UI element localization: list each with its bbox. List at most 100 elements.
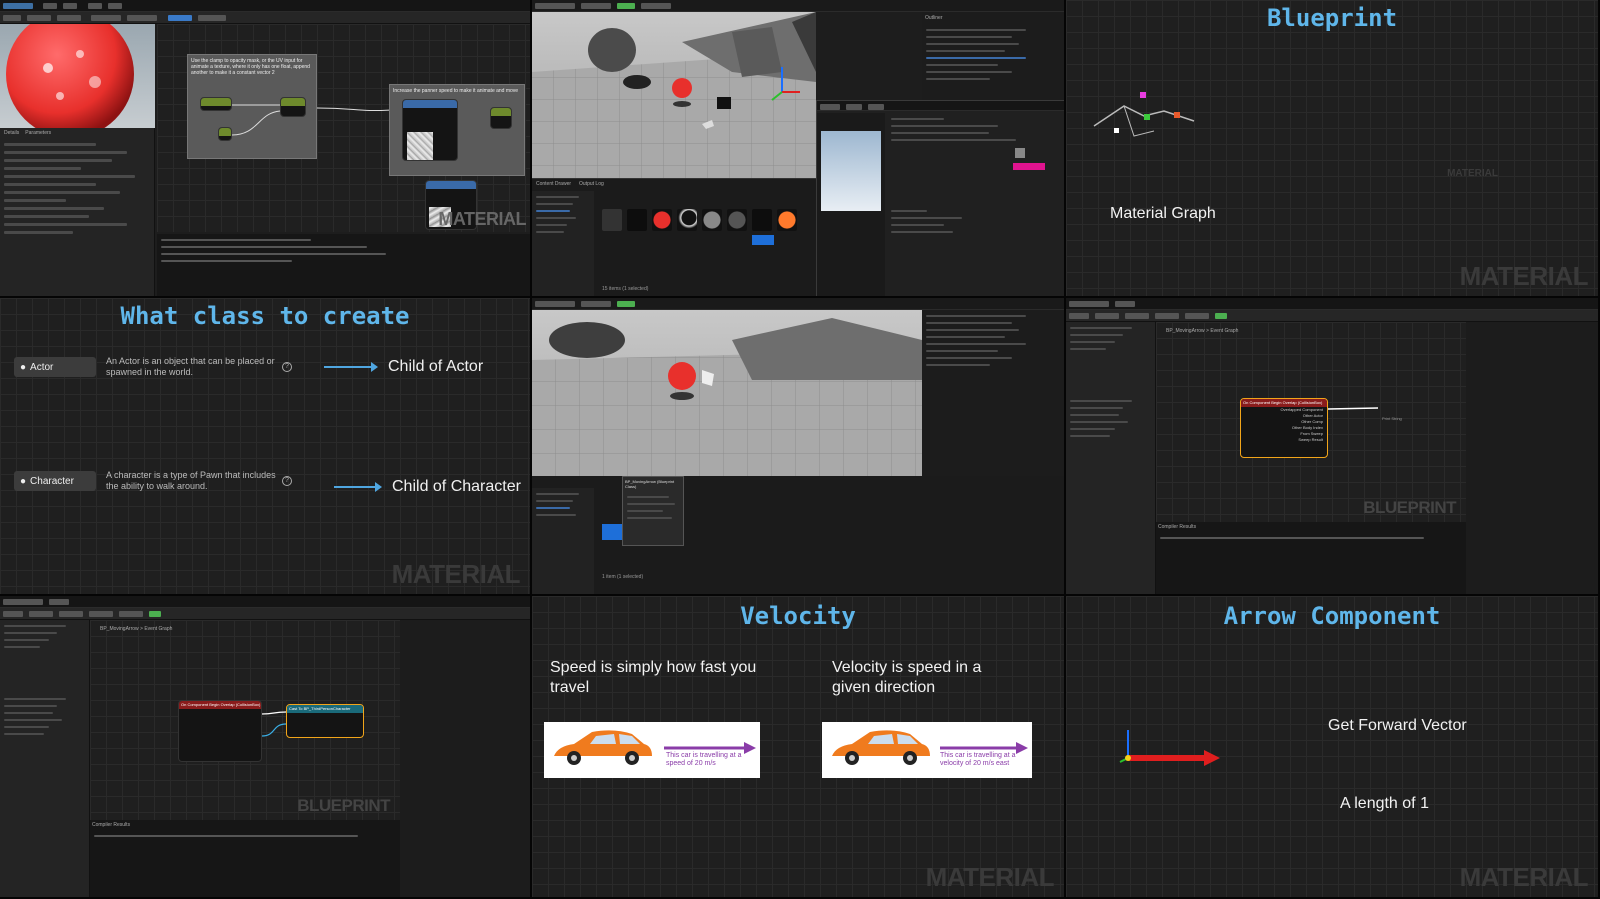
forward-vector-label: Get Forward Vector bbox=[1328, 717, 1467, 734]
tooltip-title: BP_MovingArrow (Blueprint Class) bbox=[625, 479, 675, 489]
menu-bar[interactable] bbox=[0, 0, 530, 12]
toolbar bbox=[1066, 310, 1598, 322]
details-panel bbox=[400, 620, 530, 897]
panner-node[interactable] bbox=[490, 107, 512, 129]
stats-panel bbox=[157, 234, 530, 296]
speed-text: Speed is simply how fast you travel bbox=[550, 659, 757, 696]
comment-text-2: Increase the panner speed to make it ani… bbox=[393, 88, 519, 94]
toolbar bbox=[0, 608, 530, 620]
compiler-tab[interactable]: Compiler Results bbox=[1156, 522, 1466, 532]
compiler-results: Compiler Results bbox=[90, 820, 400, 897]
person-icon: ● bbox=[20, 475, 27, 487]
actor-label: Actor bbox=[30, 361, 54, 373]
selected-asset[interactable] bbox=[752, 235, 774, 245]
car-icon bbox=[832, 730, 1028, 765]
watermark: MATERIAL bbox=[391, 559, 521, 589]
asset-thumb[interactable] bbox=[727, 209, 747, 231]
material-graph[interactable]: Use the clamp to opacity mask, or the UV… bbox=[157, 24, 530, 232]
speed-card: This car is travelling at a speed of 20 … bbox=[544, 722, 760, 778]
comment-box-2[interactable]: Increase the panner speed to make it ani… bbox=[389, 84, 525, 176]
slide-title: Blueprint bbox=[1266, 4, 1398, 32]
help-icon[interactable]: ? bbox=[282, 476, 292, 486]
menu-bar[interactable] bbox=[532, 0, 1064, 12]
asset-thumb[interactable] bbox=[752, 209, 772, 231]
actor-target-label: Child of Actor bbox=[388, 358, 484, 375]
details-panel bbox=[1466, 322, 1598, 594]
velocity-caption: This car is travelling at a velocity of … bbox=[940, 752, 1016, 767]
watermark: BLUEPRINT bbox=[1363, 498, 1456, 517]
character-row: ● Character A character is a type of Paw… bbox=[14, 470, 292, 492]
watermark: MATERIAL bbox=[438, 209, 526, 229]
compiler-results: Compiler Results bbox=[1156, 522, 1466, 594]
arrow-right-icon bbox=[324, 362, 378, 372]
help-icon[interactable]: ? bbox=[282, 362, 292, 372]
speed-caption: This car is travelling at a speed of 20 … bbox=[666, 752, 742, 767]
next-node-hint: Print String bbox=[1382, 416, 1402, 421]
content-drawer-tab[interactable]: Content Drawer bbox=[536, 181, 571, 187]
asset-thumb[interactable] bbox=[677, 209, 697, 231]
watermark: MATERIAL bbox=[1459, 261, 1589, 291]
preview-sphere bbox=[6, 24, 134, 128]
overlap-event-node[interactable]: On Component Begin Overlap (CollisionBox… bbox=[178, 700, 262, 762]
overlap-event-node[interactable]: On Component Begin Overlap (CollisionBox… bbox=[1240, 398, 1328, 458]
color-swatch[interactable] bbox=[1013, 163, 1045, 170]
actor-button[interactable]: ● Actor bbox=[14, 357, 96, 377]
velocity-slide: Velocity Speed is simply how fast you tr… bbox=[532, 596, 1066, 899]
event-graph[interactable]: BP_MovingArrow > Event Graph On Componen… bbox=[1156, 322, 1466, 522]
tab-parameters[interactable]: Parameters bbox=[25, 130, 51, 136]
components-panel bbox=[1066, 322, 1156, 594]
tab-details[interactable]: Details bbox=[4, 130, 19, 136]
material-preview[interactable] bbox=[0, 24, 155, 128]
selected-asset[interactable] bbox=[602, 524, 622, 540]
toolbar bbox=[0, 12, 530, 24]
asset-thumb[interactable] bbox=[627, 209, 647, 231]
arrow-component-slide: Arrow Component Get Forward Vector A len… bbox=[1066, 596, 1600, 899]
cast-node[interactable]: Cast To BP_ThirdPersonCharacter bbox=[286, 704, 364, 738]
content-browser: BP_MovingArrow (Blueprint Class) 1 item … bbox=[532, 476, 1064, 594]
character-button[interactable]: ● Character bbox=[14, 471, 96, 491]
menu-bar[interactable] bbox=[1066, 298, 1598, 310]
level-viewport[interactable] bbox=[532, 310, 922, 476]
slide-title: What class to create bbox=[120, 302, 410, 330]
scene-render bbox=[532, 318, 922, 476]
person-icon: ● bbox=[20, 361, 27, 373]
menu-bar[interactable] bbox=[0, 596, 530, 608]
asset-thumb[interactable] bbox=[652, 209, 672, 231]
slide-title: Arrow Component bbox=[1223, 602, 1441, 630]
watermark: MATERIAL bbox=[1459, 862, 1589, 892]
items-selected: 15 items (1 selected) bbox=[602, 286, 649, 292]
comment-box-1[interactable]: Use the clamp to opacity mask, or the UV… bbox=[187, 54, 317, 159]
breadcrumb: BP_MovingArrow > Event Graph bbox=[1166, 328, 1239, 334]
spawn-icon bbox=[717, 97, 731, 109]
character-arrow: Child of Character bbox=[334, 478, 521, 496]
watermark: MATERIAL bbox=[925, 862, 1055, 892]
content-browser: Content Drawer Output Log 15 items (1 se… bbox=[532, 178, 816, 296]
actor-description: An Actor is an object that can be placed… bbox=[106, 356, 275, 377]
asset-thumb[interactable] bbox=[702, 209, 722, 231]
blueprint-slide: Blueprint Material Graph MATERIAL MATERI… bbox=[1066, 0, 1600, 298]
menu-bar[interactable] bbox=[532, 298, 1064, 310]
material-instance-popup[interactable] bbox=[816, 100, 1064, 296]
actor-row: ● Actor An Actor is an object that can b… bbox=[14, 356, 292, 378]
character-target-label: Child of Character bbox=[392, 478, 521, 495]
asset-tooltip: BP_MovingArrow (Blueprint Class) bbox=[622, 476, 684, 546]
compiler-tab[interactable]: Compiler Results bbox=[90, 820, 400, 830]
level-viewport[interactable] bbox=[532, 12, 816, 178]
slide-subtitle: Material Graph bbox=[1110, 205, 1216, 222]
slide-title: Velocity bbox=[740, 602, 856, 630]
actor-arrow: Child of Actor bbox=[324, 358, 483, 376]
outliner-tab[interactable]: Outliner bbox=[922, 12, 1064, 24]
asset-thumb[interactable] bbox=[777, 209, 797, 231]
arrow-right-icon bbox=[334, 482, 382, 492]
character-label: Character bbox=[30, 475, 74, 487]
event-graph[interactable]: BP_MovingArrow > Event Graph On Componen… bbox=[90, 620, 400, 820]
blueprint-editor-panel-left: BP_MovingArrow > Event Graph On Componen… bbox=[0, 596, 532, 899]
output-log-tab[interactable]: Output Log bbox=[579, 181, 604, 187]
level-viewport-panel-top: Outliner Content Drawer Output Log 15 it… bbox=[532, 0, 1066, 298]
texture-thumb[interactable] bbox=[1015, 148, 1025, 158]
arrow-component-gizmo bbox=[1119, 730, 1220, 766]
asset-thumb[interactable] bbox=[602, 209, 622, 231]
tab-material[interactable] bbox=[3, 3, 33, 9]
level-viewport-panel-mid: BP_MovingArrow (Blueprint Class) 1 item … bbox=[532, 298, 1066, 596]
texture-sample-node[interactable] bbox=[402, 99, 458, 161]
